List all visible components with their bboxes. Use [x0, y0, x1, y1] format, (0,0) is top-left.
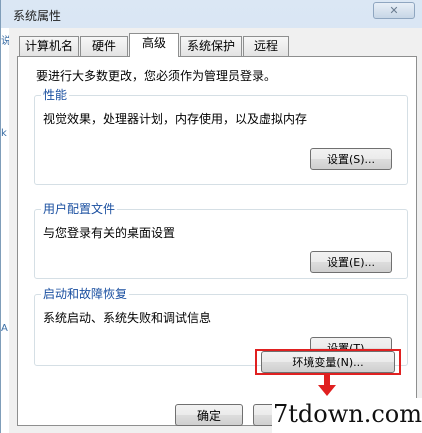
tab-label: 远程: [253, 39, 278, 53]
tab-system-protection[interactable]: 系统保护: [180, 36, 242, 56]
background-window-text: 说: [1, 36, 9, 47]
tab-advanced[interactable]: 高级: [129, 33, 179, 57]
title-bar[interactable]: 系统属性 ✕: [1, 0, 422, 28]
background-window-edge: 说 k A: [1, 28, 9, 433]
watermark-logo: 7tdown.com: [272, 398, 422, 433]
window-title: 系统属性: [13, 9, 62, 23]
performance-group: 性能 视觉效果，处理器计划，内存使用，以及虚拟内存 设置(S)...: [34, 88, 408, 185]
user-profiles-group: 用户配置文件 与您登录有关的桌面设置 设置(E)...: [34, 202, 408, 279]
arrow-down-icon: [318, 374, 336, 396]
close-icon: ✕: [389, 4, 399, 17]
tab-label: 系统保护: [186, 39, 235, 53]
tab-computer-name[interactable]: 计算机名: [19, 36, 79, 56]
performance-description: 视觉效果，处理器计划，内存使用，以及虚拟内存: [43, 112, 308, 126]
tab-label: 硬件: [91, 39, 116, 53]
background-window-text: k: [1, 128, 7, 139]
background-window-text: A: [1, 323, 8, 334]
system-properties-window: 系统属性 ✕ 说 k A 计算机名 硬件 高级 系统保护 远程 要进行大多数更改…: [0, 0, 422, 433]
close-button[interactable]: ✕: [373, 2, 415, 19]
tab-hardware[interactable]: 硬件: [80, 36, 128, 56]
performance-settings-button[interactable]: 设置(S)...: [310, 148, 392, 170]
startup-recovery-group-title: 启动和故障恢复: [41, 287, 130, 301]
admin-notice: 要进行大多数更改，您必须作为管理员登录。: [36, 69, 277, 83]
tab-label: 计算机名: [24, 39, 73, 53]
startup-recovery-description: 系统启动、系统失败和调试信息: [43, 311, 212, 325]
tab-label: 高级: [141, 36, 166, 50]
tab-remote[interactable]: 远程: [243, 36, 289, 56]
ok-button[interactable]: 确定: [175, 404, 243, 426]
user-profiles-description: 与您登录有关的桌面设置: [43, 226, 176, 240]
highlight-annotation: [255, 349, 401, 375]
performance-group-title: 性能: [41, 88, 70, 102]
user-profiles-group-title: 用户配置文件: [41, 202, 118, 216]
user-profiles-settings-button[interactable]: 设置(E)...: [310, 251, 392, 273]
